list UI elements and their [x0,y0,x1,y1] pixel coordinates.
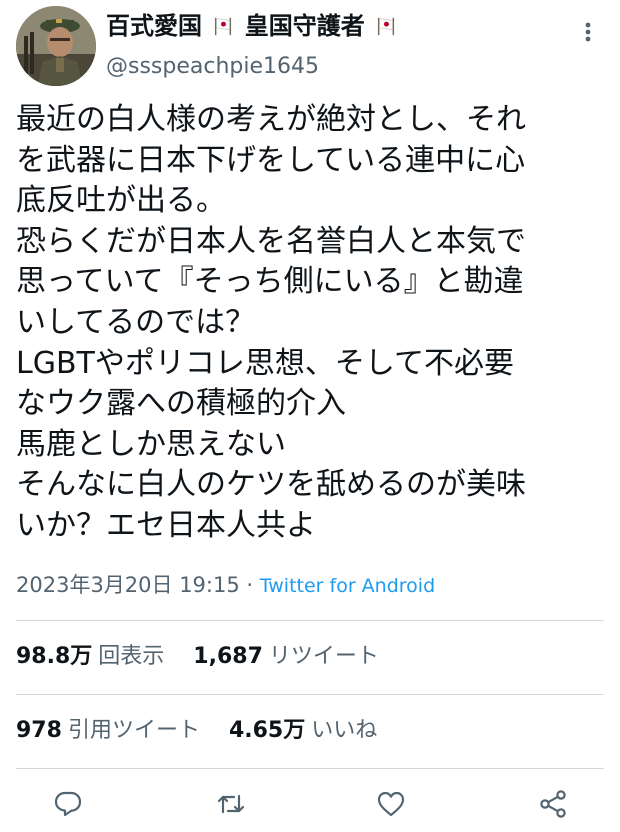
japan-flag-icon [378,17,395,36]
tweet-line: 最近の白人様の考えが絶対とし、それ [16,102,526,137]
quotes-label[interactable]: 引用ツイート [68,718,200,743]
tweet-text: 最近の白人様の考えが絶対とし、それ を武器に日本下げをしている連中に心 底反吐が… [16,100,612,547]
views-count: 98.8万 [16,644,93,669]
likes-count[interactable]: 4.65万 [229,718,305,743]
tweet-timestamp[interactable]: 2023年3月20日 19:15 [16,573,240,597]
likes-label[interactable]: いいね [311,718,377,743]
display-name-part-2: 皇国守護者 [244,12,365,40]
tweet-line: を武器に日本下げをしている連中に心 [16,142,526,178]
tweet-line: いしてるのでは？ [16,304,256,340]
tweet-line: そんなに白人のケツを舐めるのが美味 [16,467,526,503]
avatar[interactable] [16,6,96,86]
divider [16,694,604,695]
meta-separator: · [246,573,254,597]
tweet-meta: 2023年3月20日 19:15 · Twitter for Android [16,568,435,603]
avatar-image [16,6,96,86]
more-vertical-icon[interactable] [576,18,600,46]
reply-icon[interactable] [52,788,84,820]
tweet-source-link[interactable]: Twitter for Android [260,575,435,597]
retweet-icon[interactable] [215,788,247,820]
tweet-line: いか？エセ日本人共よ [16,507,316,543]
stats-row-views: 98.8万 回表示 1,687 リツイート [16,642,401,672]
tweet-line: 思っていて『そっち側にいる』と勘違 [16,264,524,300]
retweets-label[interactable]: リツイート [269,644,379,669]
retweets-count[interactable]: 1,687 [193,644,263,669]
views-label: 回表示 [98,644,165,669]
user-handle[interactable]: @ssspeachpie1645 [106,52,319,82]
display-name[interactable]: 百式愛国 皇国守護者 [106,10,399,42]
japan-flag-icon [215,17,232,36]
tweet-line: LGBTやポリコレ思想、そして不必要 [16,345,514,381]
tweet-line: 底反吐が出る。 [16,183,226,219]
action-bar [0,786,620,822]
tweet-line: なウク露への積極的介入 [16,386,346,422]
display-name-part-1: 百式愛国 [106,12,202,40]
heart-icon[interactable] [375,788,407,820]
stats-row-engagement: 978 引用ツイート 4.65万 いいね [16,716,399,746]
divider [16,768,604,769]
tweet-line: 馬鹿としか思えない [16,426,286,462]
tweet-line: 恐らくだが日本人を名誉白人と本気で [16,223,526,259]
divider [16,620,604,621]
tweet-header: 百式愛国 皇国守護者 @ssspeachpie1645 [0,0,620,92]
quotes-count[interactable]: 978 [16,718,62,743]
share-icon[interactable] [537,788,569,820]
